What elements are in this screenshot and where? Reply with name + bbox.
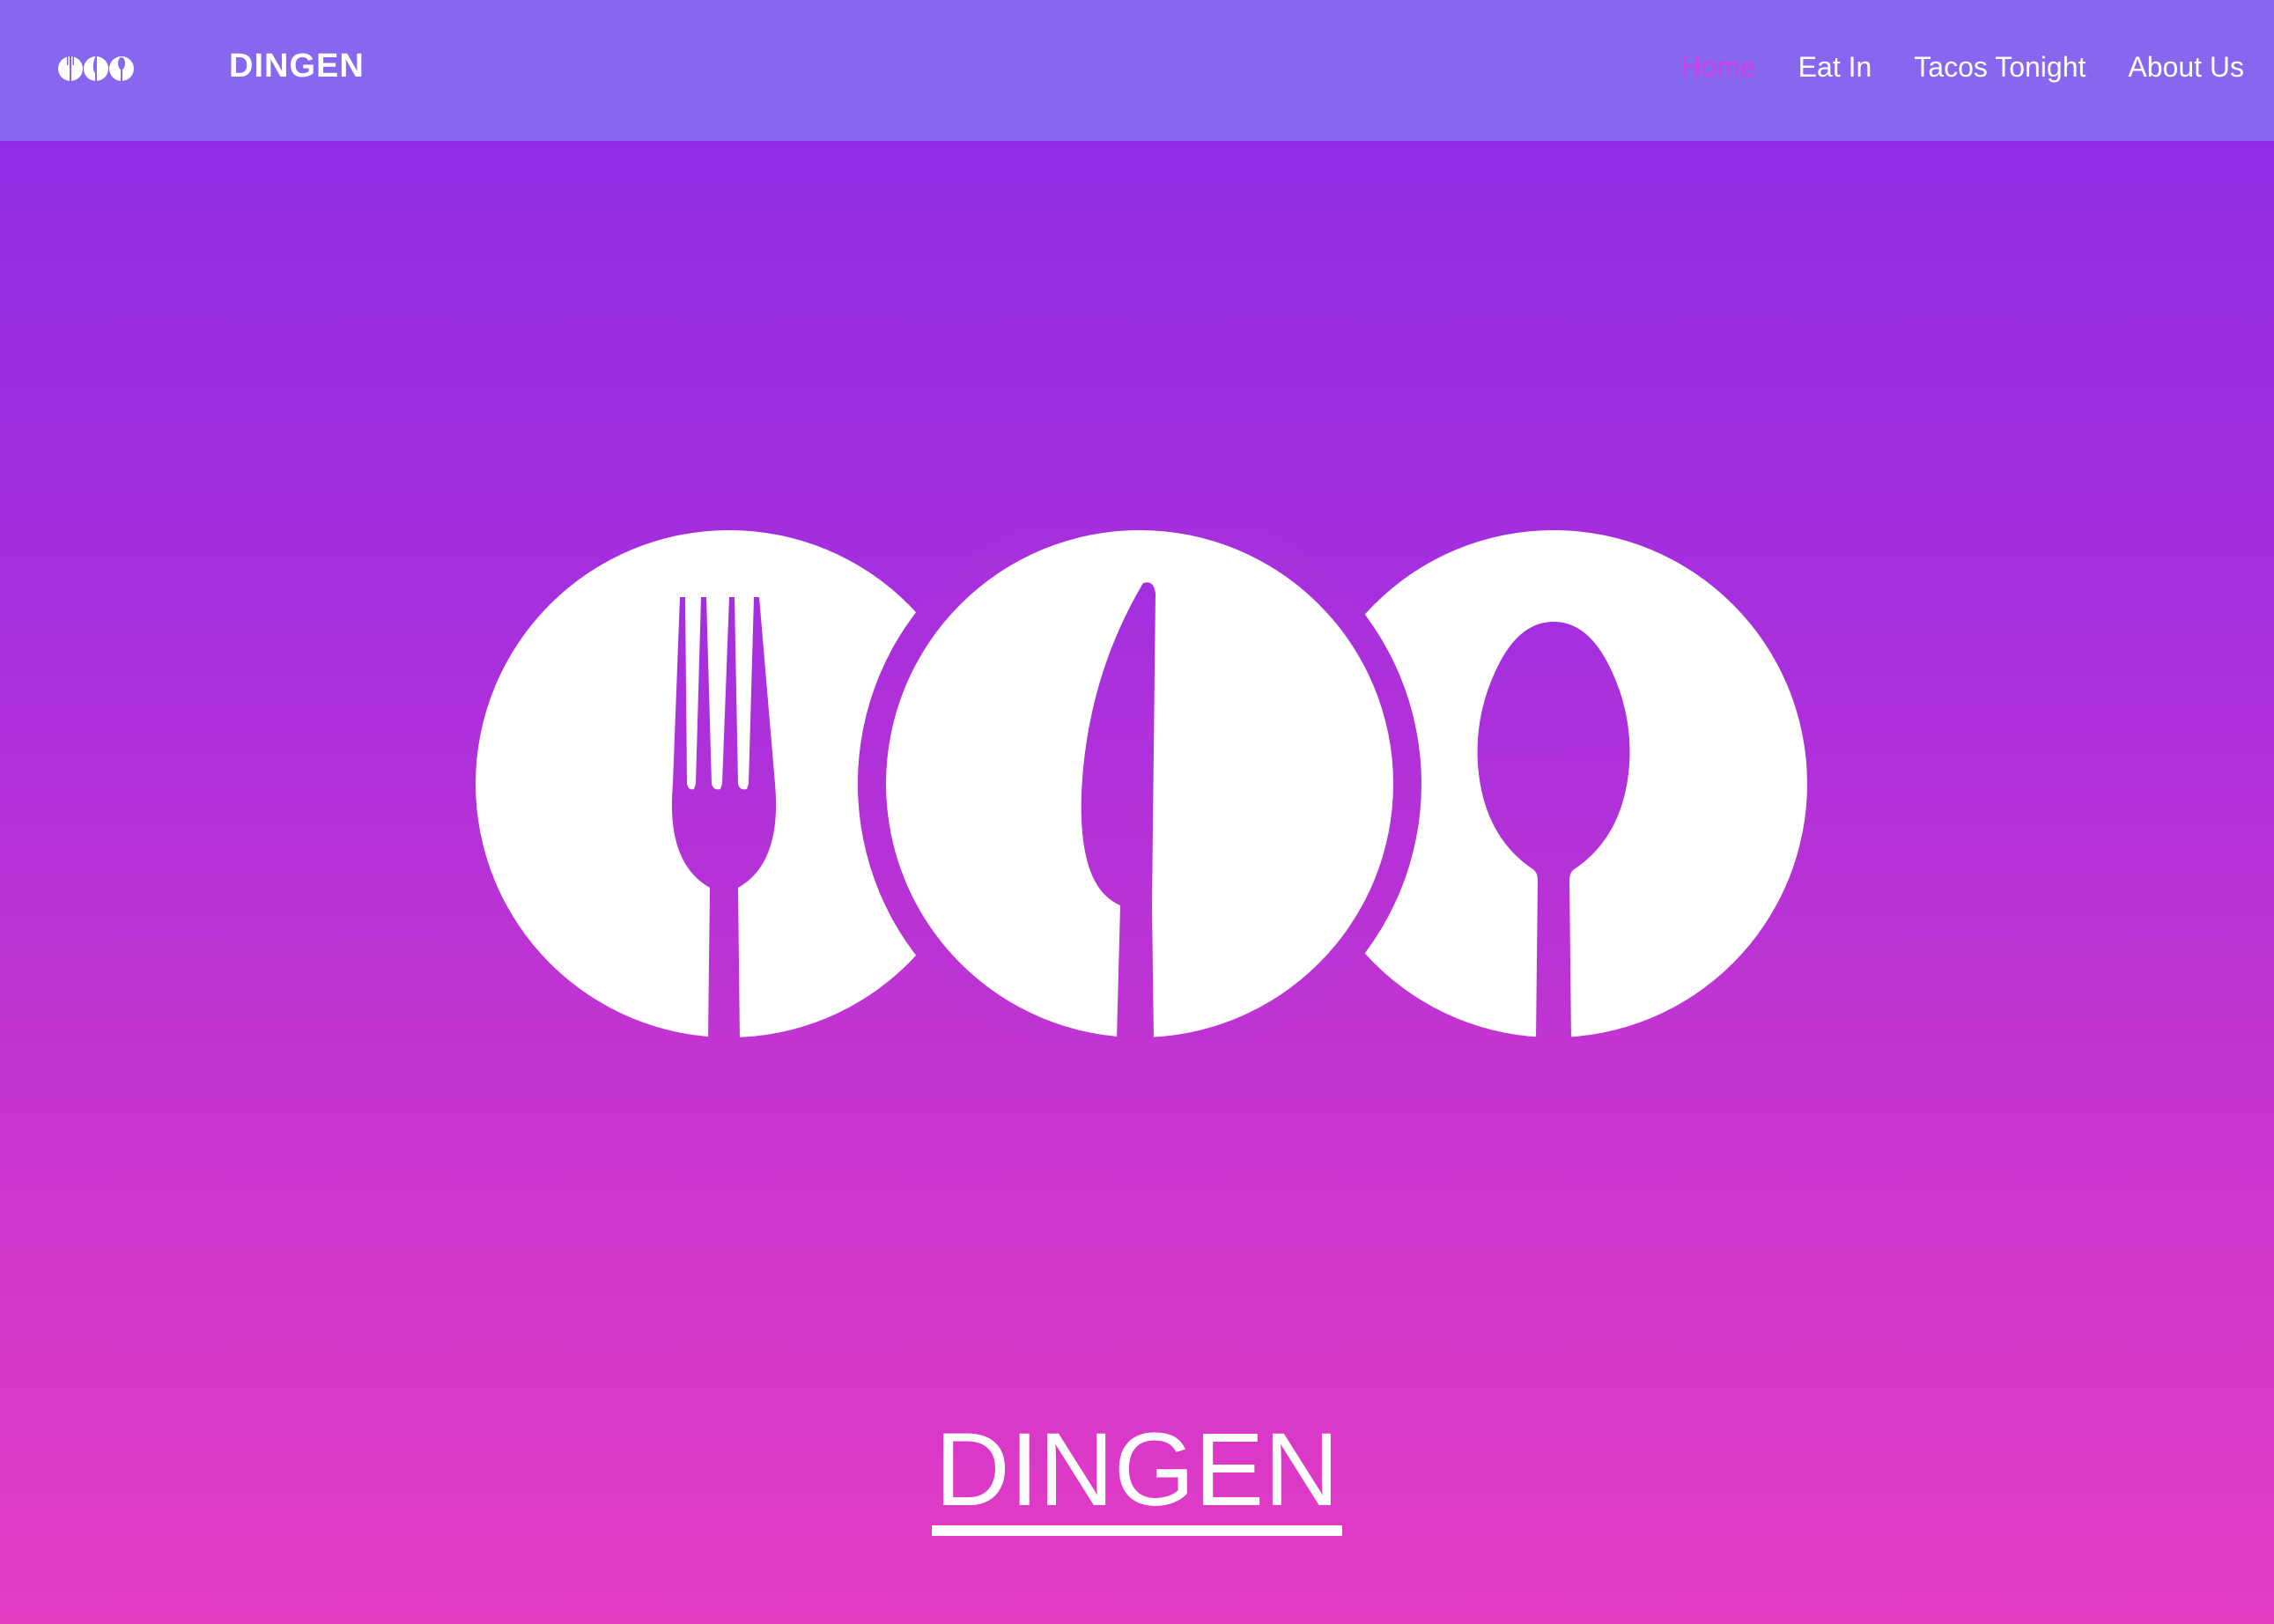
hero-title-link[interactable]: DINGEN xyxy=(931,1418,1343,1536)
nav-link-home[interactable]: Home xyxy=(1680,51,1755,84)
nav-menu: Home Eat In Tacos Tonight About Us xyxy=(1680,51,2244,84)
page: DINGEN Home Eat In Tacos Tonight About U… xyxy=(0,0,2274,1624)
brand-name[interactable]: DINGEN xyxy=(229,48,365,85)
nav-link-about-us[interactable]: About Us xyxy=(2128,51,2244,84)
navbar: DINGEN Home Eat In Tacos Tonight About U… xyxy=(0,0,2274,141)
hero-title[interactable]: DINGEN xyxy=(0,1418,2274,1536)
fork-knife-spoon-plates-icon xyxy=(476,528,1807,1039)
nav-link-eat-in[interactable]: Eat In xyxy=(1798,51,1872,84)
fork-knife-spoon-icon[interactable] xyxy=(58,51,134,86)
nav-link-tacos-tonight[interactable]: Tacos Tonight xyxy=(1914,51,2086,84)
